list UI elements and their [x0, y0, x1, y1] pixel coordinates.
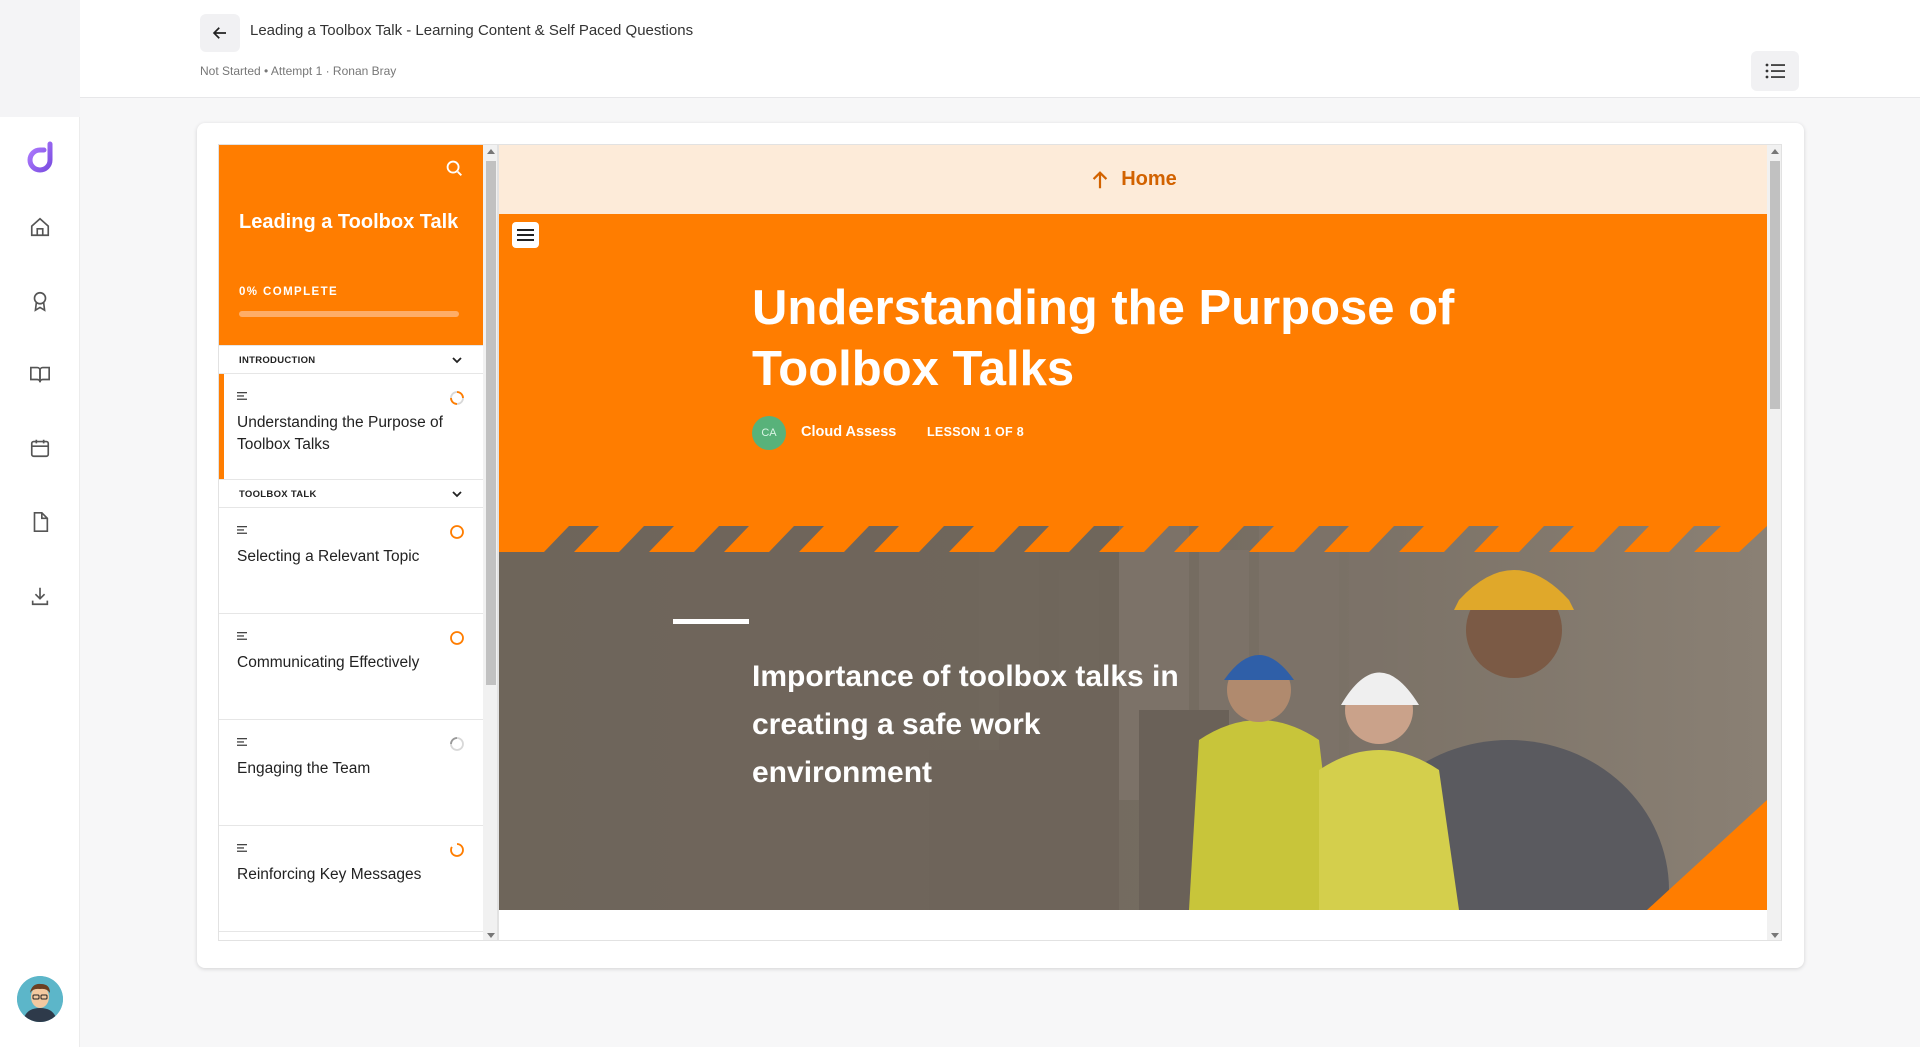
- search-icon[interactable]: [443, 157, 465, 179]
- award-icon[interactable]: [25, 286, 55, 316]
- lesson-label: Communicating Effectively: [237, 654, 420, 671]
- section-toolbox-talk[interactable]: TOOLBOX TALK: [219, 479, 483, 508]
- progress-ring-icon: [450, 842, 464, 857]
- home-link[interactable]: Home: [499, 145, 1767, 214]
- course-title: Leading a Toolbox Talk: [239, 211, 459, 233]
- lesson-title: Understanding the Purpose of Toolbox Tal…: [752, 281, 1455, 396]
- section-label: TOOLBOX TALK: [239, 489, 317, 500]
- lesson-label: Reinforcing Key Messages: [237, 866, 422, 883]
- chevron-down-icon: [452, 491, 462, 498]
- attempt-status: Not Started • Attempt 1 · Ronan Bray: [200, 64, 397, 78]
- hamburger-menu-icon[interactable]: [512, 222, 539, 248]
- scroll-up-arrow-icon[interactable]: [487, 149, 495, 154]
- arrow-left-icon: [212, 27, 226, 39]
- author-name: Cloud Assess: [801, 424, 897, 440]
- cloud-assess-logo-icon[interactable]: [22, 138, 58, 174]
- progress-ring-icon: [450, 525, 464, 539]
- arrow-up-icon: [1093, 170, 1108, 188]
- document-icon[interactable]: [25, 507, 55, 537]
- lesson-count: LESSON 1 OF 8: [927, 425, 1024, 439]
- progress-label: 0% COMPLETE: [239, 286, 339, 298]
- list-icon: [1765, 63, 1785, 79]
- author-avatar: CA: [752, 416, 786, 450]
- progress-ring-icon: [450, 391, 464, 405]
- lesson-scrollbar[interactable]: [1767, 145, 1781, 940]
- lesson-item[interactable]: Communicating Effectively: [219, 614, 483, 720]
- lesson-frame: Home Understanding the Purpose of Toolbo…: [498, 144, 1782, 941]
- text-lines-icon: [237, 392, 247, 400]
- lesson-item[interactable]: Understanding the Purpose of Toolbox Tal…: [219, 374, 483, 480]
- progress-bar: [239, 311, 459, 317]
- scrollbar-thumb[interactable]: [1770, 161, 1780, 409]
- content-bottom-strip: [499, 910, 1767, 940]
- home-label: Home: [1121, 168, 1177, 190]
- section-divider: [673, 619, 749, 624]
- progress-ring-icon: [450, 631, 464, 645]
- hazard-stripe: [499, 510, 1767, 552]
- lesson-label: Understanding the Purpose of Toolbox Tal…: [237, 414, 443, 453]
- scrollbar-thumb[interactable]: [486, 161, 496, 685]
- home-icon[interactable]: [25, 212, 55, 242]
- course-outline-sidebar: Leading a Toolbox Talk 0% COMPLETE INTRO…: [218, 144, 498, 941]
- user-avatar[interactable]: [17, 976, 63, 1022]
- text-lines-icon: [237, 738, 247, 746]
- chevron-down-icon: [452, 357, 462, 364]
- text-lines-icon: [237, 844, 247, 852]
- scroll-down-arrow-icon[interactable]: [487, 933, 495, 938]
- back-button[interactable]: [200, 14, 240, 52]
- section-label: INTRODUCTION: [239, 355, 316, 366]
- page-header: Leading a Toolbox Talk - Learning Conten…: [80, 0, 1920, 98]
- page-title: Leading a Toolbox Talk - Learning Conten…: [250, 22, 694, 39]
- sidebar-scrollbar[interactable]: [483, 145, 497, 940]
- calendar-icon[interactable]: [25, 433, 55, 463]
- scroll-up-arrow-icon[interactable]: [1771, 149, 1779, 154]
- download-icon[interactable]: [25, 581, 55, 611]
- section-introduction[interactable]: INTRODUCTION: [219, 345, 483, 374]
- lesson-item[interactable]: Reinforcing Key Messages: [219, 826, 483, 932]
- text-lines-icon: [237, 526, 247, 534]
- book-icon[interactable]: [25, 359, 55, 389]
- left-rail: [0, 0, 80, 1047]
- lesson-label: Engaging the Team: [237, 760, 371, 777]
- scroll-down-arrow-icon[interactable]: [1771, 933, 1779, 938]
- section-heading: Importance of toolbox talks in creating …: [752, 660, 1179, 789]
- lesson-item[interactable]: Selecting a Relevant Topic: [219, 508, 483, 614]
- progress-ring-icon: [450, 737, 464, 751]
- lesson-item[interactable]: Engaging the Team: [219, 720, 483, 826]
- rail-top-area: [0, 0, 80, 117]
- course-header: Leading a Toolbox Talk 0% COMPLETE: [219, 145, 483, 345]
- text-lines-icon: [237, 632, 247, 640]
- outline-menu-button[interactable]: [1751, 51, 1799, 91]
- lesson-label: Selecting a Relevant Topic: [237, 548, 420, 565]
